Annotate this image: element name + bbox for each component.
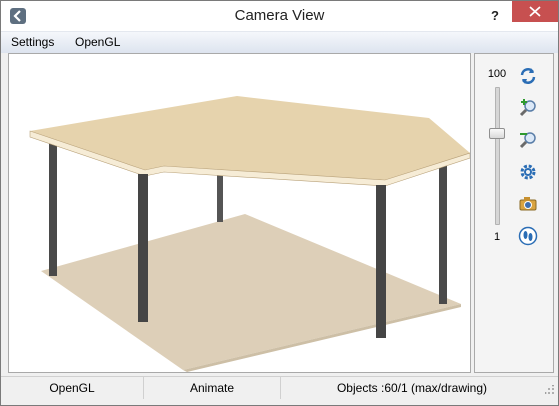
menu-opengl[interactable]: OpenGL	[75, 32, 120, 53]
status-bar: OpenGL Animate Objects :60/1 (max/drawin…	[1, 376, 558, 399]
scene-canvas	[29, 96, 470, 372]
zoom-max-label: 100	[487, 68, 507, 80]
table-leg-front-right	[376, 185, 386, 338]
zoom-slider-track[interactable]	[495, 87, 500, 225]
table-leg-back-left	[49, 136, 57, 276]
menu-bar: Settings OpenGL	[1, 31, 558, 53]
gear-icon[interactable]	[518, 162, 538, 182]
resize-grip-icon[interactable]	[545, 385, 555, 395]
tabletop-surface	[30, 96, 470, 180]
table-leg-back-right	[439, 157, 447, 304]
menu-settings[interactable]: Settings	[11, 32, 54, 53]
zoom-panel: 100 1	[474, 53, 554, 373]
footprints-icon[interactable]	[518, 226, 538, 246]
title-bar: Camera View ?	[1, 1, 558, 31]
zoom-out-icon[interactable]	[518, 130, 538, 150]
zoom-in-icon[interactable]	[518, 98, 538, 118]
zoom-min-label: 1	[493, 231, 501, 243]
close-icon	[529, 6, 541, 17]
table-leg-back-middle	[217, 168, 223, 222]
zoom-slider-thumb[interactable]	[489, 128, 505, 139]
3d-viewport[interactable]	[8, 53, 471, 373]
refresh-icon[interactable]	[518, 66, 538, 86]
window-title: Camera View	[234, 7, 325, 24]
help-button[interactable]: ?	[480, 1, 510, 31]
status-opengl[interactable]: OpenGL	[1, 377, 144, 399]
close-button[interactable]	[512, 1, 558, 22]
table-leg-front-left	[138, 174, 148, 322]
floor-plane	[41, 214, 461, 370]
camera-icon[interactable]	[518, 194, 538, 214]
status-animate[interactable]: Animate	[144, 377, 281, 399]
camera-view-window: Camera View ? Settings OpenGL 100 1 Open…	[0, 0, 559, 406]
status-objects: Objects :60/1 (max/drawing)	[336, 381, 488, 395]
